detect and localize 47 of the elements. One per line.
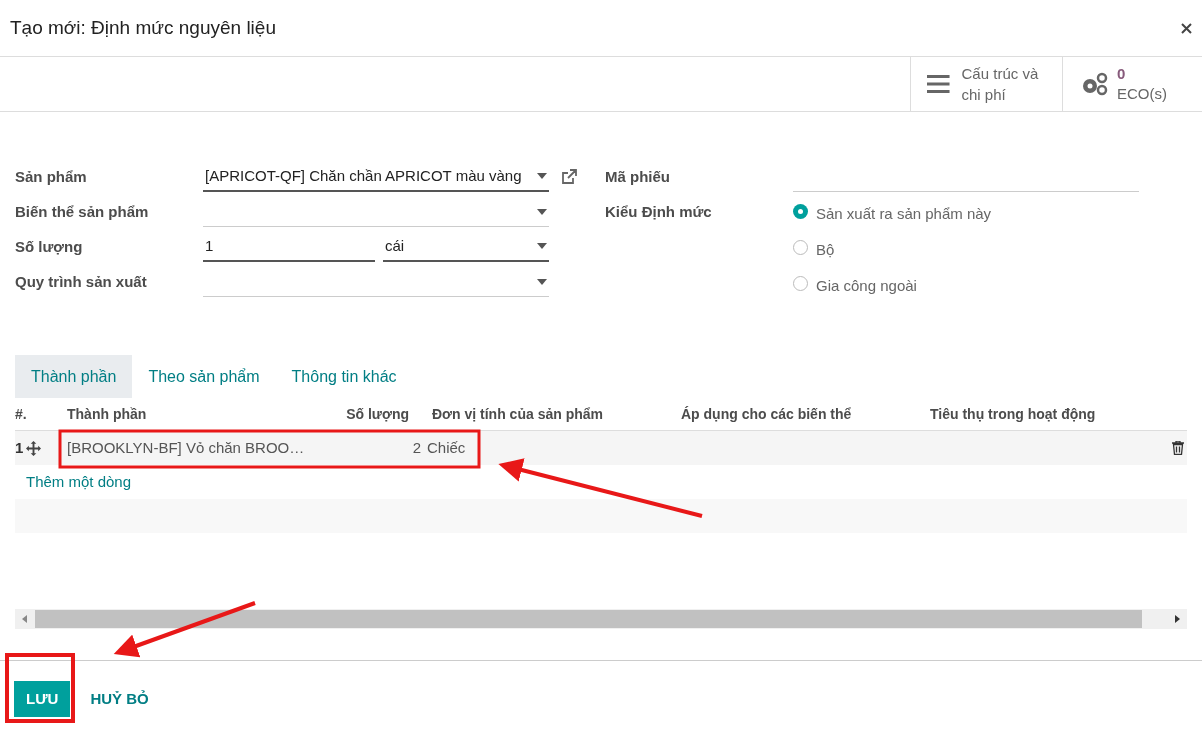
menu-icon [927, 74, 950, 94]
window-title: Tạo mới: Định mức nguyên liệu [10, 15, 276, 40]
cancel-button[interactable]: HUỶ BỎ [90, 687, 149, 711]
drag-handle-icon[interactable] [26, 440, 41, 456]
field-label: Số lượng [15, 236, 84, 257]
column-header: Số lượng [345, 404, 409, 424]
radio-button[interactable] [793, 204, 808, 219]
tab[interactable]: Thông tin khác [275, 355, 413, 398]
radio-button[interactable] [793, 240, 808, 255]
radio-option[interactable]: Gia công ngoài [793, 269, 1139, 305]
column-header: Tiêu thụ trong hoạt động [930, 404, 1097, 424]
field-label: Kiểu Định mức [605, 201, 713, 222]
eco-count: 0 [1117, 64, 1127, 84]
quantity-field[interactable]: 1 [203, 232, 375, 262]
radio-option[interactable]: Sản xuất ra sản phẩm này [793, 197, 1139, 233]
field-label: Biến thể sản phẩm [15, 201, 150, 222]
select-field[interactable]: [APRICOT-QF] Chăn chần APRICOT màu vàng [203, 162, 549, 192]
eco-label: ECO(s) [1117, 84, 1167, 104]
field-label: Sản phẩm [15, 166, 88, 187]
caret-icon [537, 278, 547, 285]
tab[interactable]: Thành phần [15, 355, 133, 398]
caret-icon [537, 208, 547, 215]
table-cell-text: 2 [411, 437, 421, 458]
table-cell-text: [BROOKLYN-BF] Vỏ chăn BROO… [67, 437, 306, 458]
radio-button[interactable] [793, 276, 808, 291]
radio-option[interactable]: Bộ [793, 233, 1139, 269]
tab[interactable]: Theo sản phẩm [132, 355, 276, 398]
field-label: Quy trình sản xuất [15, 271, 148, 292]
column-header: Đơn vị tính của sản phẩm [431, 404, 604, 424]
column-header: #. [15, 404, 28, 424]
highlight-box [5, 653, 75, 723]
add-line-link[interactable]: Thêm một dòng [15, 470, 143, 494]
unit-select[interactable]: cái [383, 232, 549, 262]
table-cell-text: Chiếc [426, 437, 467, 458]
scrollbar-thumb[interactable] [35, 610, 1142, 628]
caret-icon [537, 243, 547, 249]
save-button[interactable]: LƯU [14, 681, 71, 717]
external-link-icon[interactable] [561, 169, 577, 185]
close-icon[interactable] [1181, 22, 1192, 34]
column-header: Thành phần [67, 404, 148, 424]
column-header: Áp dụng cho các biến thể [681, 404, 853, 424]
field-label: Mã phiếu [605, 166, 671, 187]
caret-icon [537, 173, 547, 179]
eco-button[interactable]: 0 ECO(s) [1062, 57, 1202, 111]
row-number: 1 [15, 437, 25, 458]
delete-icon[interactable] [1172, 441, 1184, 455]
structure-cost-button[interactable]: Cấu trúc và chi phí [910, 57, 1062, 111]
